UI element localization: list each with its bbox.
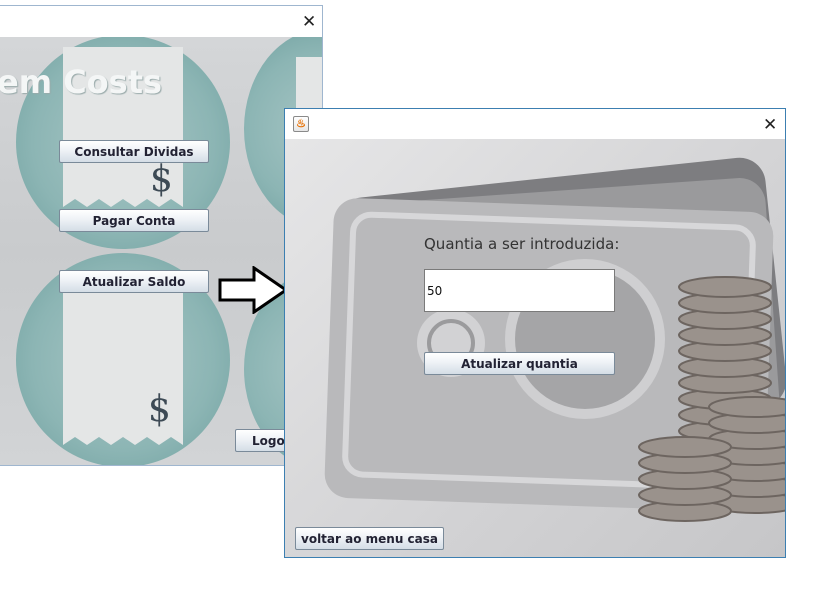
close-icon[interactable]: ✕ xyxy=(763,116,777,133)
dollar-sign-icon: $ xyxy=(150,159,173,200)
voltar-menu-casa-button[interactable]: voltar ao menu casa xyxy=(295,527,444,550)
consultar-dividas-button[interactable]: Consultar Dividas xyxy=(59,140,209,163)
quantity-label: Quantia a ser introduzida: xyxy=(424,235,620,253)
main-menu-titlebar[interactable]: ✕ xyxy=(0,6,322,37)
app-title: em Costs xyxy=(0,63,163,101)
dollar-sign-icon: $ xyxy=(148,389,171,430)
close-icon[interactable]: ✕ xyxy=(302,13,316,30)
update-quantity-titlebar[interactable]: ♨ ✕ xyxy=(285,109,785,139)
update-quantity-content: Quantia a ser introduzida: Atualizar qua… xyxy=(285,139,785,557)
atualizar-saldo-button[interactable]: Atualizar Saldo xyxy=(59,270,209,293)
atualizar-quantia-button[interactable]: Atualizar quantia xyxy=(424,352,615,375)
main-menu-content: $ $ em Costs Consultar Dividas Pagar Con… xyxy=(0,37,322,465)
java-cup-icon: ♨ xyxy=(293,116,309,132)
update-quantity-window: ♨ ✕ Quantia a ser introduzida: 50 Atuali… xyxy=(284,108,786,558)
quantity-input[interactable] xyxy=(424,269,615,312)
banknote-illustration xyxy=(324,157,785,522)
arrow-right-icon xyxy=(218,266,289,314)
pagar-conta-button[interactable]: Pagar Conta xyxy=(59,209,209,232)
main-menu-window: ✕ $ $ em Costs Consultar Dividas Pagar C… xyxy=(0,5,323,466)
